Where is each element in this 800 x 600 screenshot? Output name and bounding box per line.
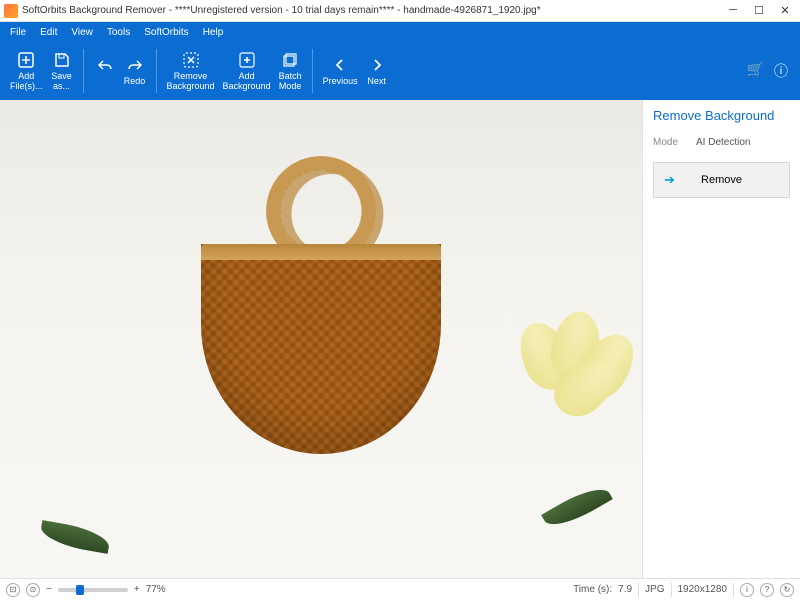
previous-icon bbox=[330, 55, 350, 75]
remove-background-button[interactable]: RemoveBackground bbox=[163, 48, 219, 94]
menu-edit[interactable]: Edit bbox=[34, 25, 63, 40]
loaded-image bbox=[0, 100, 642, 578]
minimize-button[interactable]: ─ bbox=[726, 4, 740, 17]
zoom-in-button[interactable]: + bbox=[134, 584, 140, 595]
dimensions-label: 1920x1280 bbox=[678, 584, 728, 595]
redo-icon bbox=[125, 55, 145, 75]
info-icon[interactable]: ⓘ bbox=[774, 61, 788, 81]
help-status-icon[interactable]: i bbox=[740, 583, 754, 597]
arrow-right-icon: ➔ bbox=[664, 172, 675, 188]
menu-tools[interactable]: Tools bbox=[101, 25, 136, 40]
panel-title: Remove Background bbox=[653, 108, 790, 123]
zoom-percent: 77% bbox=[146, 584, 166, 595]
side-panel: Remove Background Mode AI Detection ➔ Re… bbox=[642, 100, 800, 578]
fit-screen-button[interactable]: ⊡ bbox=[6, 583, 20, 597]
toolbar-separator bbox=[312, 49, 313, 93]
add-background-button[interactable]: AddBackground bbox=[219, 48, 275, 94]
save-as-button[interactable]: Saveas... bbox=[47, 48, 77, 94]
next-icon bbox=[367, 55, 387, 75]
cart-icon[interactable]: 🛒 bbox=[747, 61, 764, 81]
batch-icon bbox=[280, 50, 300, 70]
menubar: File Edit View Tools SoftOrbits Help bbox=[0, 22, 800, 42]
menu-softorbits[interactable]: SoftOrbits bbox=[138, 25, 194, 40]
plus-icon bbox=[16, 50, 36, 70]
redo-button[interactable]: Redo bbox=[120, 53, 150, 89]
titlebar: SoftOrbits Background Remover - ****Unre… bbox=[0, 0, 800, 22]
remove-bg-icon bbox=[181, 50, 201, 70]
workspace: Remove Background Mode AI Detection ➔ Re… bbox=[0, 100, 800, 578]
toolbar: AddFile(s)... Saveas... Redo RemoveBackg… bbox=[0, 42, 800, 100]
toolbar-separator bbox=[83, 49, 84, 93]
close-button[interactable]: ✕ bbox=[778, 4, 792, 17]
app-icon bbox=[4, 4, 18, 18]
undo-button[interactable] bbox=[90, 53, 120, 89]
settings-status-icon[interactable]: ? bbox=[760, 583, 774, 597]
remove-button[interactable]: ➔ Remove bbox=[653, 162, 790, 198]
about-status-icon[interactable]: ↻ bbox=[780, 583, 794, 597]
save-icon bbox=[52, 50, 72, 70]
menu-view[interactable]: View bbox=[65, 25, 99, 40]
add-files-button[interactable]: AddFile(s)... bbox=[6, 48, 47, 94]
batch-mode-button[interactable]: BatchMode bbox=[275, 48, 306, 94]
format-label: JPG bbox=[645, 584, 664, 595]
menu-help[interactable]: Help bbox=[197, 25, 230, 40]
mode-label: Mode bbox=[653, 137, 678, 148]
previous-button[interactable]: Previous bbox=[319, 53, 362, 89]
statusbar: ⊡ ⊙ − + 77% Time (s): 7.9 JPG 1920x1280 … bbox=[0, 578, 800, 600]
menu-file[interactable]: File bbox=[4, 25, 32, 40]
actual-size-button[interactable]: ⊙ bbox=[26, 583, 40, 597]
zoom-out-button[interactable]: − bbox=[46, 584, 52, 595]
next-button[interactable]: Next bbox=[362, 53, 392, 89]
time-value: 7.9 bbox=[618, 584, 632, 595]
mode-value[interactable]: AI Detection bbox=[696, 137, 750, 148]
window-title: SoftOrbits Background Remover - ****Unre… bbox=[22, 5, 726, 16]
maximize-button[interactable]: ☐ bbox=[752, 4, 766, 17]
zoom-slider[interactable] bbox=[58, 588, 128, 592]
time-label: Time (s): bbox=[573, 584, 612, 595]
toolbar-separator bbox=[156, 49, 157, 93]
add-bg-icon bbox=[237, 50, 257, 70]
canvas-area[interactable] bbox=[0, 100, 642, 578]
undo-icon bbox=[95, 55, 115, 75]
